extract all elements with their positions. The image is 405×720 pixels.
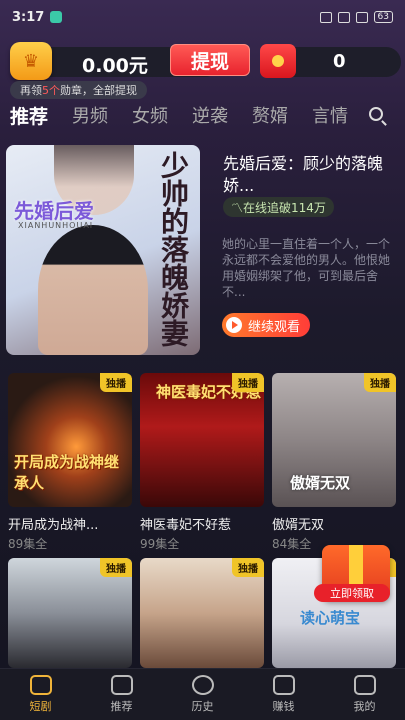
- category-tabs: 推荐 男频 女频 逆袭 赘婿 言情: [10, 101, 395, 129]
- video-camera-icon: [29, 675, 52, 695]
- status-time: 3:17: [12, 9, 45, 25]
- featured-description: 她的心里一直住着一个人，一个永远都不会爱他的男人。他恨她用婚姻绑架了他，可到最后…: [222, 237, 391, 299]
- drama-card[interactable]: 开局成为战神继承人 独播 开局成为战神... 89集全: [8, 373, 132, 552]
- tab-romance[interactable]: 言情: [312, 102, 348, 128]
- drama-thumb[interactable]: 独播: [8, 558, 132, 668]
- medal-hint: 再领 5个 勋章，全部提现: [10, 81, 147, 99]
- crown-coin-icon[interactable]: ♛: [10, 42, 52, 80]
- nav-shortdrama[interactable]: 短剧: [0, 669, 81, 720]
- tv-play-icon: [110, 675, 133, 695]
- cover-actor: [38, 225, 148, 355]
- exclusive-badge: 独播: [364, 373, 396, 392]
- featured-stat-badge: 〽在线追破114万: [223, 197, 334, 217]
- withdraw-button[interactable]: 提现: [170, 44, 250, 76]
- tab-son-in-law[interactable]: 赘婿: [252, 102, 288, 128]
- thumb-title: 傲婿无双: [290, 474, 351, 492]
- thumb-title: 读心萌宝: [300, 609, 361, 627]
- episode-count: 89集全: [8, 537, 48, 551]
- exclusive-badge: 独播: [232, 558, 264, 577]
- continue-watching-button[interactable]: 继续观看: [222, 313, 311, 337]
- nav-earn[interactable]: 赚钱: [243, 669, 324, 720]
- bluetooth-icon: [319, 11, 332, 23]
- red-envelope-icon[interactable]: [260, 44, 296, 78]
- drama-card[interactable]: 独播: [8, 558, 132, 668]
- drama-card[interactable]: 神医毒妃不好惹 独播 神医毒妃不好惹 99集全: [140, 373, 264, 552]
- claim-gift-button[interactable]: 立即领取: [314, 584, 390, 602]
- face-icon: [353, 675, 376, 695]
- drama-thumb[interactable]: 独播: [140, 558, 264, 668]
- drama-thumb[interactable]: 傲婿无双 独播: [272, 373, 396, 507]
- sim-icon: [355, 11, 368, 23]
- cover-title-vertical: 少帅的落魄娇妻: [157, 151, 190, 347]
- drama-thumb[interactable]: 开局成为战神继承人 独播: [8, 373, 132, 507]
- nav-profile[interactable]: 我的: [324, 669, 405, 720]
- episode-count: 99集全: [140, 537, 180, 551]
- shield-icon: [50, 11, 63, 23]
- status-icons: 63: [319, 11, 393, 23]
- search-icon[interactable]: [369, 107, 383, 121]
- bottom-nav: 短剧 推荐 历史 赚钱 我的: [0, 668, 405, 720]
- battery-icon: 63: [373, 11, 393, 23]
- exclusive-badge: 独播: [100, 558, 132, 577]
- play-icon: [226, 317, 242, 333]
- wallet-bar: ♛ 0.00元 提现 0: [10, 42, 401, 80]
- yen-icon: [272, 675, 295, 695]
- balance-amount: 0.00元: [82, 55, 148, 77]
- drama-name: 傲婿无双: [272, 518, 325, 533]
- drama-name: 开局成为战神...: [8, 518, 99, 533]
- exclusive-badge: 独播: [100, 373, 132, 392]
- status-bar: 3:17 63: [0, 0, 405, 34]
- drama-card[interactable]: 独播: [140, 558, 264, 668]
- drama-name: 神医毒妃不好惹: [140, 518, 232, 533]
- nav-history[interactable]: 历史: [162, 669, 243, 720]
- trend-icon: 〽: [231, 200, 244, 215]
- clock-icon: [191, 675, 214, 695]
- tab-male[interactable]: 男频: [72, 102, 108, 128]
- cover-title-left: 先婚后爱: [14, 199, 94, 223]
- featured-title[interactable]: 先婚后爱：顾少的落魄娇...: [223, 153, 398, 197]
- thumb-title: 开局成为战神继承人: [14, 453, 120, 492]
- tab-comeback[interactable]: 逆袭: [192, 102, 228, 128]
- nav-recommend[interactable]: 推荐: [81, 669, 162, 720]
- featured-cover[interactable]: 先婚后爱 XIANHUNHOUAI 少帅的落魄娇妻: [6, 145, 200, 355]
- tab-recommend[interactable]: 推荐: [10, 102, 48, 129]
- wifi-icon: [337, 11, 350, 23]
- featured-drama[interactable]: 先婚后爱 XIANHUNHOUAI 少帅的落魄娇妻 先婚后爱：顾少的落魄娇...…: [6, 145, 401, 357]
- redpack-count: 0: [333, 51, 346, 72]
- cover-subtitle: XIANHUNHOUAI: [18, 221, 94, 230]
- drama-thumb[interactable]: 神医毒妃不好惹 独播: [140, 373, 264, 507]
- drama-card[interactable]: 傲婿无双 独播 傲婿无双 84集全: [272, 373, 396, 552]
- tab-female[interactable]: 女频: [132, 102, 168, 128]
- exclusive-badge: 独播: [232, 373, 264, 392]
